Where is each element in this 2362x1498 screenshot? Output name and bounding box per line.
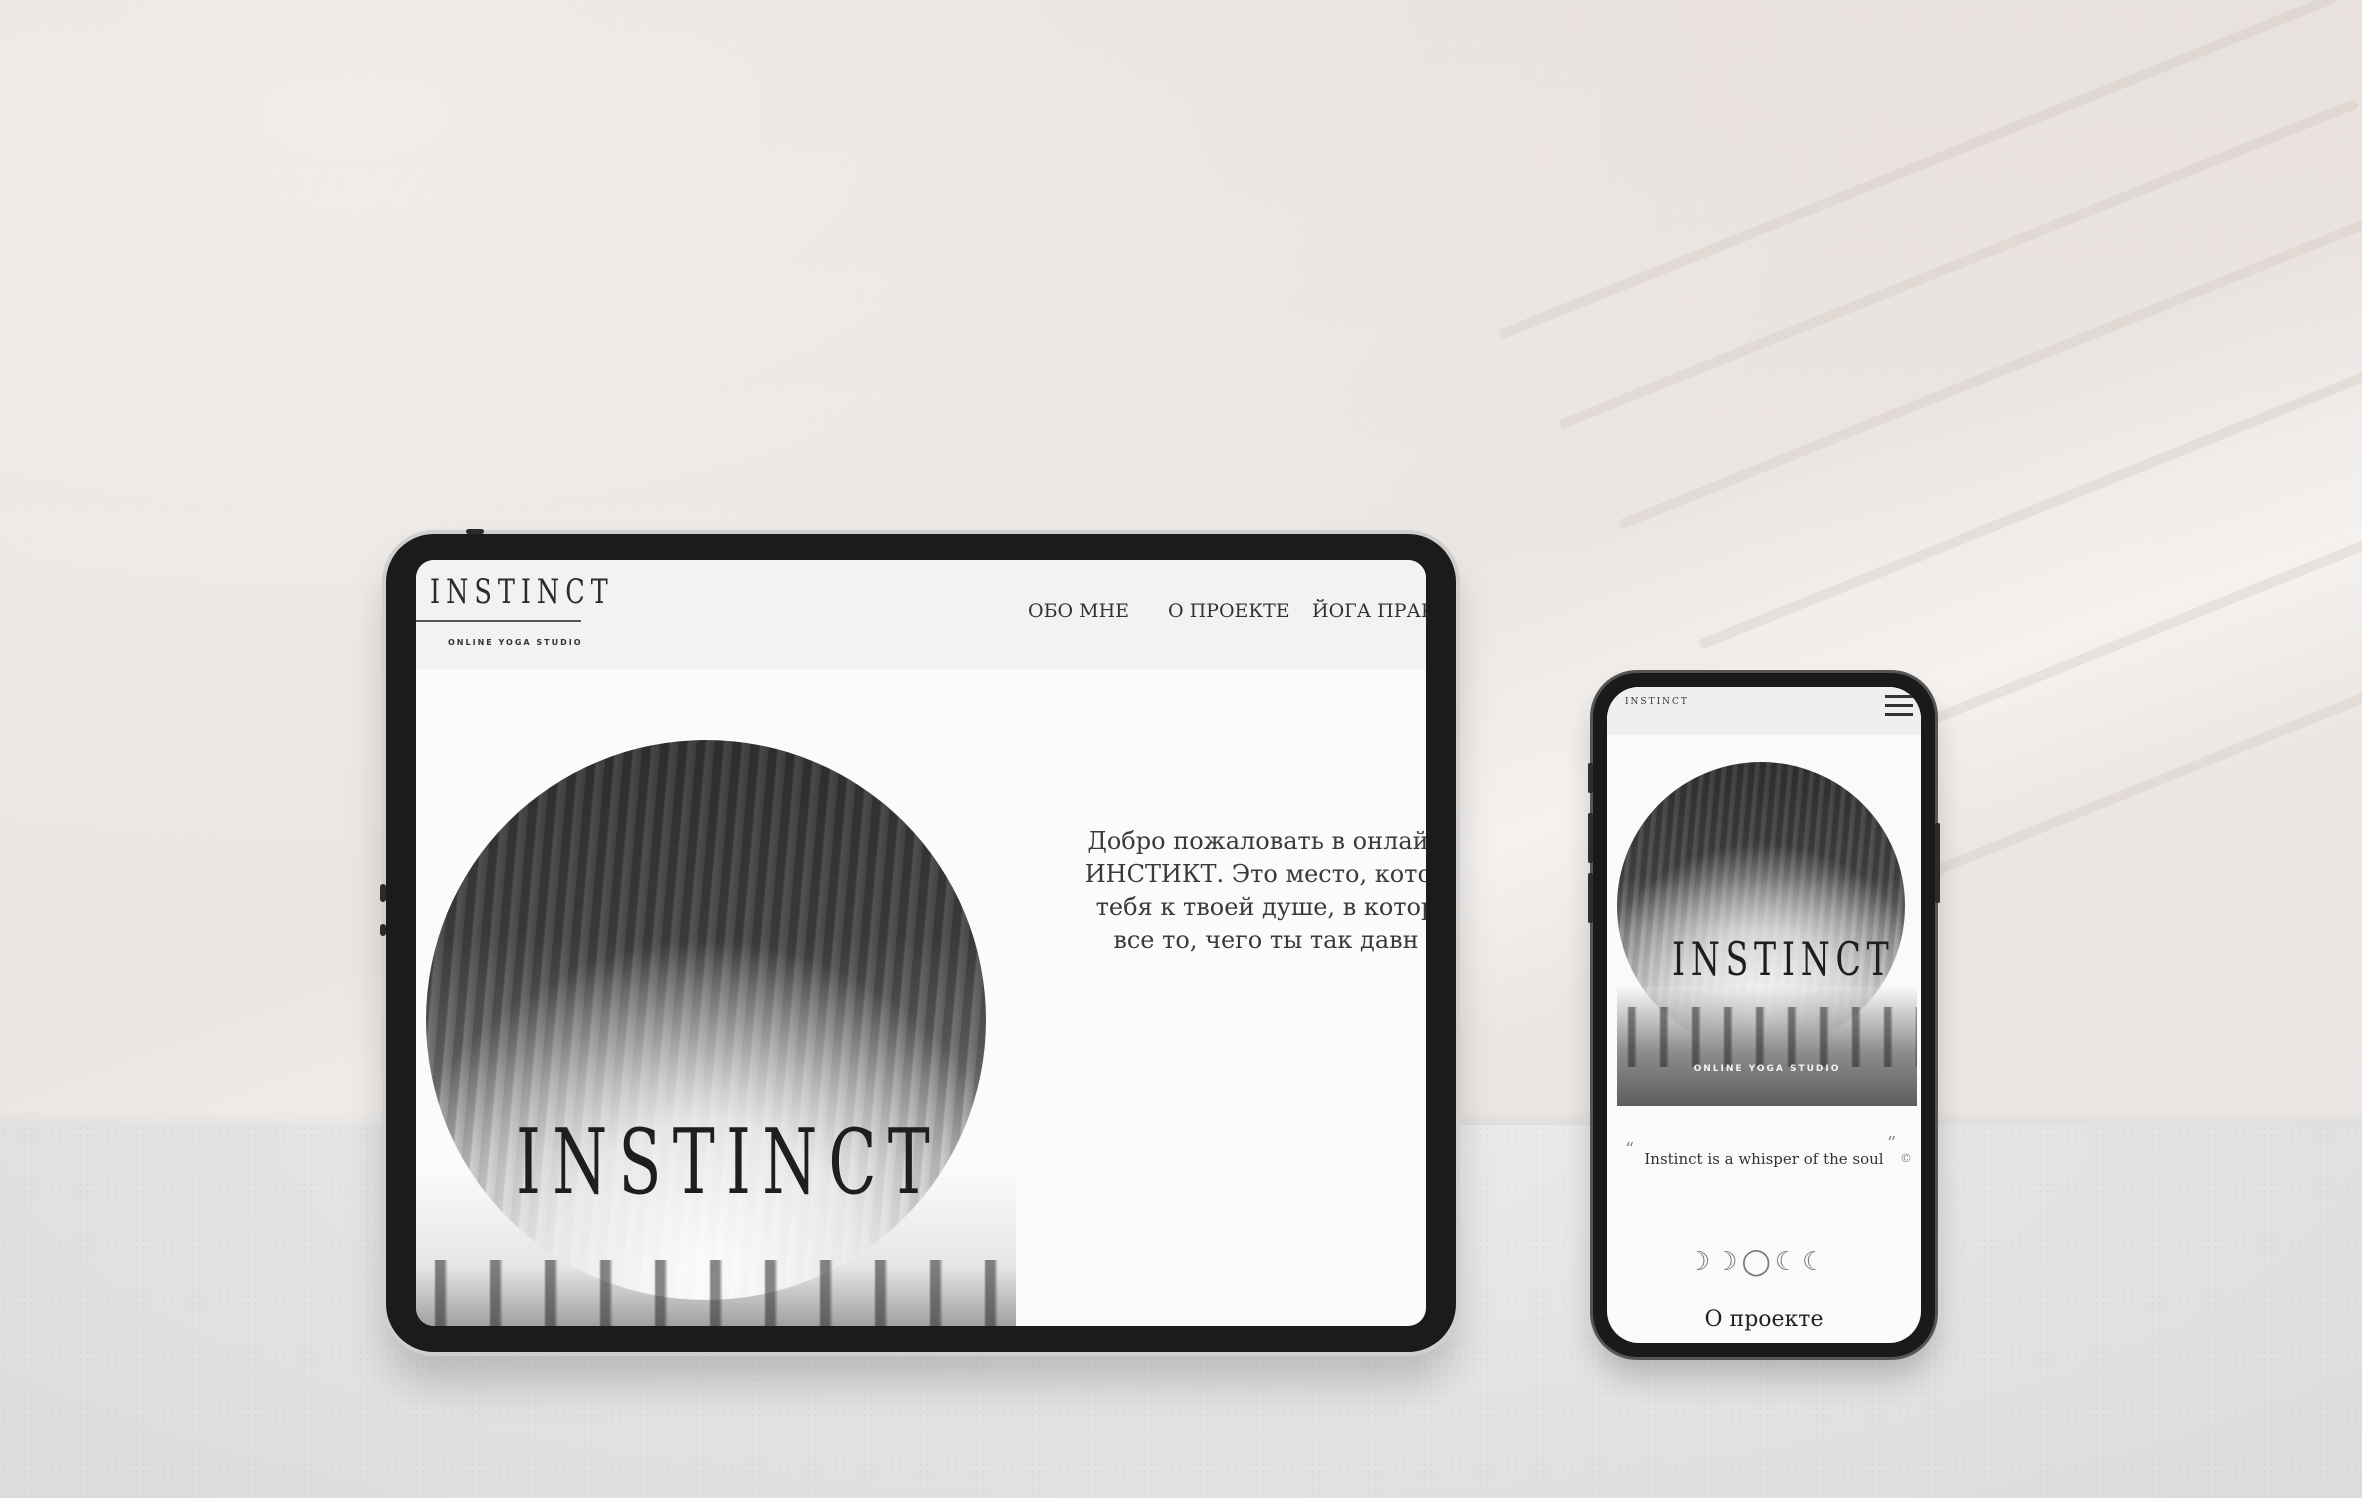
phone-power-button bbox=[1935, 823, 1940, 903]
nav-about-me[interactable]: ОБО МНЕ bbox=[1028, 600, 1129, 622]
quote-text: Instinct is a whisper of the soul bbox=[1644, 1150, 1884, 1168]
mobile-hero-subtitle: ONLINE YOGA STUDIO bbox=[1693, 1064, 1841, 1074]
quote-close-mark: ” bbox=[1887, 1133, 1897, 1154]
welcome-line: все то, чего ты так давн bbox=[1113, 926, 1419, 954]
mobile-hero-title: INSTINCT bbox=[1672, 932, 1895, 986]
site-header: INSTINCT ONLINE YOGA STUDIO ОБО МНЕ О ПР… bbox=[416, 560, 1426, 670]
quote-symbol: © bbox=[1900, 1151, 1912, 1165]
welcome-line: ИНСТИКТ. Это место, котор bbox=[1084, 860, 1426, 888]
logo-underline bbox=[416, 620, 581, 622]
logo-subtitle: ONLINE YOGA STUDIO bbox=[448, 638, 583, 647]
mobile-logo[interactable]: INSTINCT bbox=[1625, 697, 1689, 707]
phone-side-button bbox=[1588, 813, 1593, 863]
welcome-text: Добро пожаловать в онлайн ИНСТИКТ. Это м… bbox=[1056, 825, 1426, 957]
welcome-line: Добро пожаловать в онлайн bbox=[1087, 827, 1426, 855]
hero-trees bbox=[416, 1260, 1016, 1326]
tablet-screen: INSTINCT ONLINE YOGA STUDIO ОБО МНЕ О ПР… bbox=[416, 560, 1426, 1326]
mobile-hero-image: INSTINCT ONLINE YOGA STUDIO bbox=[1617, 762, 1917, 1106]
phone-side-button bbox=[1588, 763, 1593, 793]
phone-side-button bbox=[1588, 873, 1593, 923]
tablet-side-button bbox=[380, 924, 386, 936]
hamburger-icon[interactable] bbox=[1885, 695, 1913, 723]
nav-yoga-practice[interactable]: ЙОГА ПРАКТ bbox=[1312, 600, 1426, 622]
site-logo[interactable]: INSTINCT bbox=[430, 572, 614, 612]
mobile-header: INSTINCT bbox=[1607, 687, 1921, 735]
moon-phases-icon: ☽☽◯☾☾ bbox=[1687, 1247, 1830, 1277]
tablet-side-button bbox=[380, 884, 386, 902]
mobile-hero-forest-lower bbox=[1617, 987, 1917, 1106]
phone-screen: INSTINCT INSTINCT ONLINE YOGA STUDIO “ I… bbox=[1607, 687, 1921, 1343]
hero-image: INSTINCT bbox=[416, 740, 1016, 1326]
nav-about-project[interactable]: О ПРОЕКТЕ bbox=[1168, 600, 1290, 622]
phone-device: INSTINCT INSTINCT ONLINE YOGA STUDIO “ I… bbox=[1588, 673, 1940, 1357]
hero-title: INSTINCT bbox=[516, 1110, 942, 1215]
hero-forest-circle bbox=[426, 740, 986, 1300]
tablet-device: INSTINCT ONLINE YOGA STUDIO ОБО МНЕ О ПР… bbox=[380, 529, 1456, 1352]
welcome-line: тебя к твоей душе, в котор bbox=[1095, 893, 1426, 921]
tablet-top-button bbox=[466, 529, 484, 534]
section-title: О проекте bbox=[1704, 1307, 1824, 1332]
